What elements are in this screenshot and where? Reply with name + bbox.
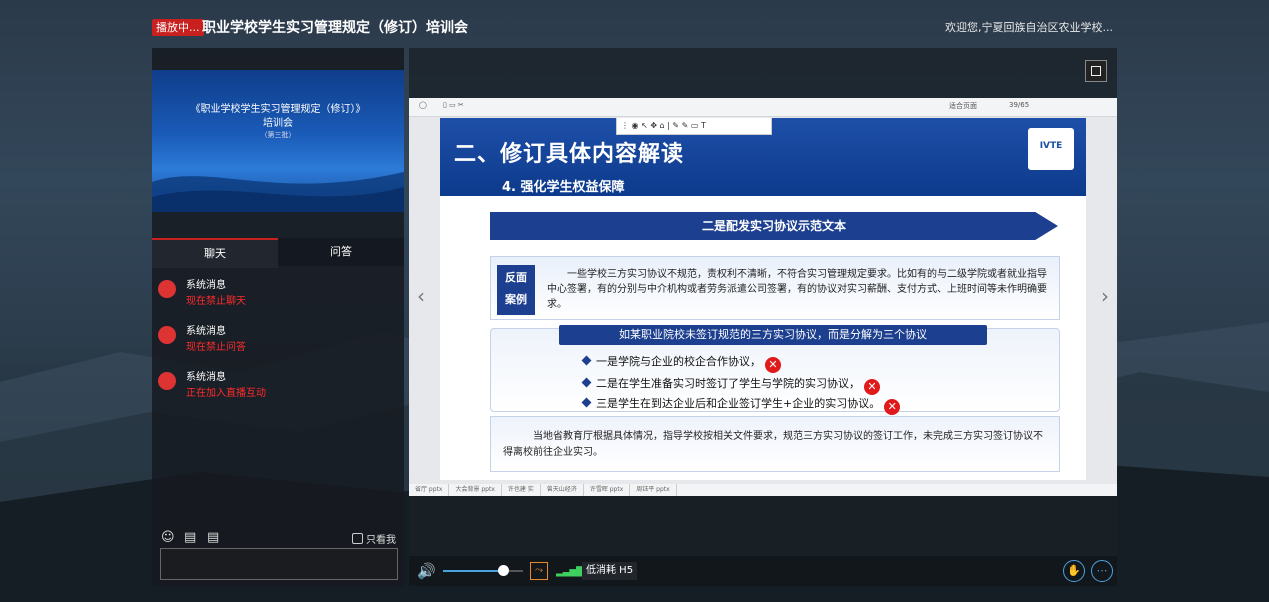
- diamond-bullet-icon: [581, 377, 592, 388]
- fit-page-label[interactable]: 适合页面: [949, 101, 977, 111]
- live-status-badge: 播放中...: [152, 19, 204, 36]
- list-item: 一是学院与企业的校企合作协议， ✕: [581, 353, 781, 373]
- volume-knob[interactable]: [498, 565, 509, 576]
- page-title: 职业学校学生实习管理规定（修订）培训会: [202, 20, 468, 36]
- expand-icon: [1091, 66, 1101, 76]
- speaker-icon: [158, 372, 176, 390]
- message-sender: 系统消息: [186, 326, 226, 337]
- header: 播放中... 职业学校学生实习管理规定（修订）培训会 欢迎您,宁夏回族自治区农业…: [152, 16, 1117, 40]
- raise-hand-button[interactable]: ✋: [1063, 560, 1085, 582]
- counter-example-box: 反面 案例 一些学校三方实习协议不规范，责权利不清晰，不符合实习管理规定要求。比…: [490, 256, 1060, 320]
- message-sender: 系统消息: [186, 372, 226, 383]
- message-sender: 系统消息: [186, 280, 226, 291]
- tab-qa[interactable]: 问答: [278, 238, 404, 266]
- diamond-bullet-icon: [581, 355, 592, 366]
- ivte-logo: IVTE: [1028, 128, 1074, 170]
- shared-screen: ◯ ▯ ▭ ✂ 适合页面 39/65 ‹ › 二、修订具体内容解读 4. 强化学…: [409, 98, 1117, 496]
- emoji-icon[interactable]: ☺: [161, 530, 175, 545]
- logo-text: IVTE: [1039, 141, 1063, 151]
- item-text: 一是学院与企业的校企合作协议，: [596, 355, 761, 368]
- welcome-user-text[interactable]: 欢迎您,宁夏回族自治区农业学校...: [945, 19, 1113, 35]
- conclusion-text: 当地省教育厅根据具体情况，指导学校按相关文件要求，规范三方实习协议的签订工作，未…: [503, 431, 1043, 458]
- mode-toggle-button[interactable]: ⤳: [530, 562, 548, 580]
- list-item: 二是在学生准备实习时签订了学生与学院的实习协议， ✕: [581, 375, 880, 395]
- speaker-icon: [158, 326, 176, 344]
- agreements-header: 如某职业院校未签订规范的三方实习协议，而是分解为三个协议: [559, 325, 987, 345]
- ppt-tab[interactable]: 大会背景 pptx: [449, 484, 502, 496]
- wrong-mark-icon: ✕: [765, 357, 781, 373]
- prev-slide-button[interactable]: ‹: [411, 276, 431, 316]
- signal-icon: ▂▃▅▇: [556, 566, 584, 577]
- next-slide-button[interactable]: ›: [1095, 276, 1115, 316]
- counter-example-badge: 反面 案例: [497, 265, 535, 315]
- speaker-icon: [158, 280, 176, 298]
- ppt-file-tabs: 省厅 pptx 大会背景 pptx 许也建 实曾天山经济 许雪晖 pptx 周钰平 pp…: [409, 484, 1117, 496]
- case-text: 一些学校三方实习协议不规范，责权利不清晰，不符合实习管理规定要求。比如有的与二级…: [547, 269, 1047, 310]
- checkbox-icon[interactable]: [352, 533, 363, 544]
- volume-icon[interactable]: 🔊: [417, 562, 436, 580]
- conclusion-box: 当地省教育厅根据具体情况，指导学校按相关文件要求，规范三方实习协议的签订工作，未…: [490, 416, 1060, 472]
- tab-chat[interactable]: 聊天: [152, 238, 278, 268]
- slide-thumbnail[interactable]: 《职业学校学生实习管理规定（修订）》 培训会 （第三批）: [152, 70, 404, 212]
- wrong-mark-icon: ✕: [864, 379, 880, 395]
- more-options-button[interactable]: ⋯: [1091, 560, 1113, 582]
- item-text: 二是在学生准备实习时签订了学生与学院的实习协议，: [596, 377, 860, 390]
- item-text: 三是学生在到达企业后和企业签订学生+企业的实习协议。: [596, 397, 881, 410]
- wrong-mark-icon: ✕: [884, 399, 901, 415]
- message-text: 现在禁止聊天: [186, 296, 246, 307]
- comment-icon[interactable]: ◯: [419, 101, 427, 109]
- file-icon[interactable]: ▯ ▭ ✂: [443, 101, 464, 109]
- ppt-tab[interactable]: 曾天山经济: [541, 484, 584, 496]
- agreements-box: 如某职业院校未签订规范的三方实习协议，而是分解为三个协议 一是学院与企业的校企合…: [490, 325, 1060, 415]
- chat-tabs: 聊天 问答: [152, 238, 404, 268]
- thumbnail-title-line3: （第三批）: [260, 131, 296, 139]
- thumbnail-title-line1: 《职业学校学生实习管理规定（修订）》: [190, 104, 366, 115]
- section-banner: 二是配发实习协议示范文本: [490, 212, 1058, 240]
- message-text: 现在禁止问答: [186, 342, 246, 353]
- badge-line2: 案例: [505, 293, 527, 306]
- ppt-tab[interactable]: 许雪晖 pptx: [584, 484, 631, 496]
- player-controls: 🔊 ⤳ ▂▃▅▇ 低消耗 H5 ✋ ⋯: [409, 556, 1117, 586]
- ppt-tab[interactable]: 许也建 实: [502, 484, 541, 496]
- diamond-bullet-icon: [581, 397, 592, 408]
- video-player: ◯ ▯ ▭ ✂ 适合页面 39/65 ‹ › 二、修订具体内容解读 4. 强化学…: [409, 48, 1117, 586]
- page-indicator: 39/65: [1009, 101, 1030, 109]
- annotation-toolbar[interactable]: ⋮ ◉ ↖ ✥ ⌂ | ✎ ✎ ▭ T: [616, 118, 772, 135]
- quality-button[interactable]: 低消耗 H5: [582, 562, 638, 580]
- badge-line1: 反面: [505, 271, 527, 284]
- list-item: 三是学生在到达企业后和企业签订学生+企业的实习协议。 ✕: [581, 395, 901, 415]
- slide-content: 二、修订具体内容解读 4. 强化学生权益保障 IVTE ⋮ ◉ ↖ ✥ ⌂ | …: [440, 118, 1086, 480]
- only-me-label: 只看我: [366, 535, 396, 546]
- slide-subtitle: 4. 强化学生权益保障: [502, 180, 625, 195]
- message-text: 正在加入直播互动: [186, 388, 266, 399]
- slide-title: 二、修订具体内容解读: [454, 142, 685, 167]
- ppt-toolbar: ◯ ▯ ▭ ✂ 适合页面 39/65: [409, 98, 1117, 117]
- ppt-tab[interactable]: 周钰平 pptx: [630, 484, 677, 496]
- thumbnail-title-line2: 培训会: [263, 118, 293, 129]
- volume-slider[interactable]: [443, 565, 523, 576]
- chat-input[interactable]: [160, 548, 398, 580]
- message-settings-icon[interactable]: ▤: [207, 530, 219, 545]
- message-format-icon[interactable]: ▤: [184, 530, 196, 545]
- only-me-checkbox[interactable]: 只看我: [352, 531, 396, 546]
- fullscreen-button[interactable]: [1085, 60, 1107, 82]
- left-panel: 《职业学校学生实习管理规定（修订）》 培训会 （第三批） 聊天 问答 系统消息 …: [152, 48, 404, 586]
- volume-fill: [443, 570, 503, 572]
- chat-toolbar: ☺ ▤ ▤ 只看我: [152, 528, 404, 550]
- ppt-tab[interactable]: 省厅 pptx: [409, 484, 450, 496]
- thumbnail-wave-decoration: [152, 172, 404, 212]
